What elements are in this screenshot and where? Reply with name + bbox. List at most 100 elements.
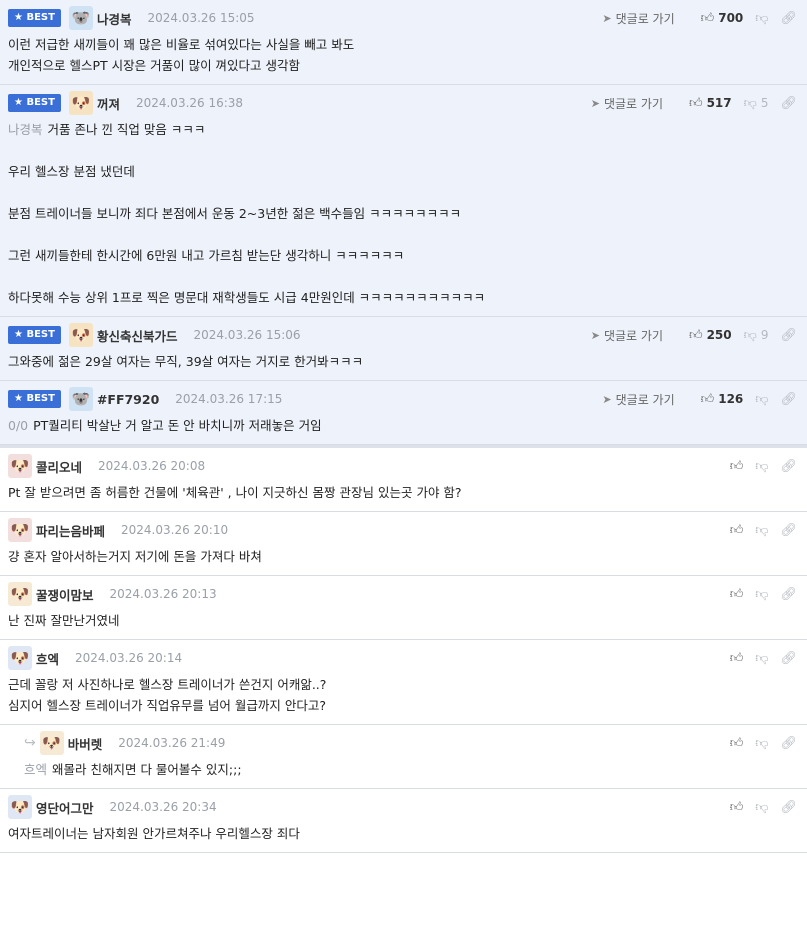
like-button[interactable]: 👍︎ xyxy=(730,587,744,602)
dislike-button[interactable]: 👎︎ xyxy=(755,587,768,602)
link-button[interactable]: 🔗︎ xyxy=(780,459,797,474)
comment-line: 그런 새끼들한테 한시간에 6만원 내고 가르침 받는단 생각하니 ㅋㅋㅋㅋㅋㅋ xyxy=(8,245,799,266)
like-button[interactable]: 👍︎ xyxy=(730,459,744,474)
comment-body: 흐엑 왜몰라 친해지면 다 물어볼수 있지;;; xyxy=(24,759,799,780)
link-icon: 🔗︎ xyxy=(780,650,797,666)
goto-reply-link[interactable]: ➤ 댓글로 가기 xyxy=(591,327,663,344)
comment-date: 2024.03.26 20:13 xyxy=(109,587,217,601)
nickname[interactable]: #FF7920 xyxy=(97,392,159,407)
nickname[interactable]: 콜리오네 xyxy=(36,457,82,476)
like-button[interactable]: 👍︎ xyxy=(730,523,744,538)
goto-reply-link[interactable]: ➤ 댓글로 가기 xyxy=(591,95,663,112)
avatar[interactable]: 🐨 xyxy=(68,387,93,411)
link-button[interactable]: 🔗︎ xyxy=(780,96,797,111)
thumbs-down-icon: 👎︎ xyxy=(755,735,769,751)
mention[interactable]: 흐엑 xyxy=(24,762,47,777)
avatar[interactable]: 🐶 xyxy=(8,582,32,606)
link-icon: 🔗︎ xyxy=(780,458,797,474)
mention[interactable]: 나경복 xyxy=(8,122,43,137)
avatar[interactable]: 🐨 xyxy=(68,6,93,30)
comment-line: 개인적으로 헬스PT 시장은 거품이 많이 껴있다고 생각함 xyxy=(8,55,799,76)
avatar[interactable]: 🐶 xyxy=(8,646,32,670)
nickname[interactable]: 흐엑 xyxy=(36,649,59,668)
nickname[interactable]: 바버렛 xyxy=(68,734,103,753)
best-comment: ★ BEST 🐶 꺼져 2024.03.26 16:38 ➤ 댓글로 가기 👍︎ 517 👎︎ 5… xyxy=(0,85,807,317)
nickname[interactable]: 나경복 xyxy=(97,9,132,28)
like-button[interactable]: 👍︎ xyxy=(730,736,744,751)
thumbs-down-icon: 👎︎ xyxy=(755,586,769,602)
like-button[interactable]: 👍︎ 700 xyxy=(701,11,744,26)
link-button[interactable]: 🔗︎ xyxy=(780,392,797,407)
thumbs-up-icon: 👍︎ xyxy=(688,95,703,111)
comment-line xyxy=(8,224,799,245)
comment-body: 그와중에 젊은 29살 여자는 무직, 39살 여자는 거지로 한거봐ㅋㅋㅋ xyxy=(8,351,799,372)
best-badge: ★ BEST xyxy=(8,326,61,344)
like-count: 700 xyxy=(718,11,744,25)
comment-body: 근데 꼴랑 저 사진하나로 헬스장 트레이너가 쓴건지 어캐앎..? 심지어 헬스… xyxy=(8,674,799,716)
avatar[interactable]: 🐶 xyxy=(68,91,93,115)
comment-header: ↪ 🐶 바버렛 2024.03.26 21:49 xyxy=(24,731,799,755)
comment: 🐶 콜리오네 2024.03.26 20:08 👍︎ 👎︎ 🔗︎ Pt 잘 받으려면 좀 허… xyxy=(0,448,807,512)
nickname[interactable]: 영단어그만 xyxy=(36,798,94,817)
dislike-button[interactable]: 👎︎ xyxy=(755,800,768,815)
goto-reply-link[interactable]: ➤ 댓글로 가기 xyxy=(602,391,674,408)
comment-line: 그와중에 젊은 29살 여자는 무직, 39살 여자는 거지로 한거봐ㅋㅋㅋ xyxy=(8,351,799,372)
like-button[interactable]: 👍︎ xyxy=(730,800,744,815)
link-button[interactable]: 🔗︎ xyxy=(780,11,797,26)
comment-header: 🐶 흐엑 2024.03.26 20:14 xyxy=(8,646,799,670)
comment-body: 여자트레이너는 남자회원 안가르쳐주나 우리헬스장 죄다 xyxy=(8,823,799,844)
comment-date: 2024.03.26 20:14 xyxy=(75,651,183,665)
link-button[interactable]: 🔗︎ xyxy=(780,736,797,751)
nickname[interactable]: 파리는음바페 xyxy=(36,521,105,540)
comment-text: 근데 꼴랑 저 사진하나로 헬스장 트레이너가 쓴건지 어캐앎..? xyxy=(8,677,327,692)
dislike-button[interactable]: 👎︎ xyxy=(755,11,768,26)
like-button[interactable]: 👍︎ 250 xyxy=(689,328,732,343)
link-button[interactable]: 🔗︎ xyxy=(780,523,797,538)
comment-header: 🐶 콜리오네 2024.03.26 20:08 xyxy=(8,454,799,478)
thumbs-down-icon: 👎︎ xyxy=(755,650,769,666)
avatar[interactable]: 🐶 xyxy=(8,518,32,542)
dislike-button[interactable]: 👎︎ 9 xyxy=(744,328,769,343)
like-button[interactable]: 👍︎ xyxy=(730,651,744,666)
goto-reply-label: 댓글로 가기 xyxy=(615,392,675,407)
comment-line: 흐엑 왜몰라 친해지면 다 물어볼수 있지;;; xyxy=(24,759,799,780)
like-button[interactable]: 👍︎ 517 xyxy=(689,96,732,111)
link-button[interactable]: 🔗︎ xyxy=(780,651,797,666)
like-button[interactable]: 👍︎ 126 xyxy=(701,392,744,407)
link-button[interactable]: 🔗︎ xyxy=(780,587,797,602)
dislike-button[interactable]: 👎︎ xyxy=(755,651,768,666)
comment-text: 거품 존나 낀 직업 맞음 ㅋㅋㅋ xyxy=(47,122,206,137)
avatar[interactable]: 🐶 xyxy=(39,731,64,755)
dislike-button[interactable]: 👎︎ xyxy=(755,392,768,407)
link-button[interactable]: 🔗︎ xyxy=(780,328,797,343)
comment-line: 근데 꼴랑 저 사진하나로 헬스장 트레이너가 쓴건지 어캐앎..? xyxy=(8,674,799,695)
comment-actions: ➤ 댓글로 가기 👍︎ 126 👎︎ 🔗︎ xyxy=(602,387,797,411)
dislike-button[interactable]: 👎︎ xyxy=(755,736,768,751)
nickname[interactable]: 꺼져 xyxy=(97,94,120,113)
goto-reply-link[interactable]: ➤ 댓글로 가기 xyxy=(602,10,674,27)
comment-body: 0/0 PT퀄리티 박살난 거 알고 돈 안 바치니까 저래놓은 거임 xyxy=(8,415,799,436)
thumbs-up-icon: 👍︎ xyxy=(729,650,744,666)
mention[interactable]: 0/0 xyxy=(8,418,28,433)
comment: 🐶 파리는음바페 2024.03.26 20:10 👍︎ 👎︎ 🔗︎ 걍 혼자 알아서하는거… xyxy=(0,512,807,576)
comment-line: 분점 트레이너들 보니까 죄다 본점에서 운동 2~3년한 젊은 백수들임 ㅋㅋ… xyxy=(8,203,799,224)
link-icon: 🔗︎ xyxy=(780,95,797,111)
comment-body: 이런 저급한 새끼들이 꽤 많은 비율로 섞여있다는 사실을 빼고 봐도 개인적으… xyxy=(8,34,799,76)
nickname[interactable]: 황신축신북가드 xyxy=(97,326,178,345)
avatar[interactable]: 🐶 xyxy=(8,795,32,819)
link-button[interactable]: 🔗︎ xyxy=(780,800,797,815)
thumbs-up-icon: 👍︎ xyxy=(700,391,715,407)
avatar[interactable]: 🐶 xyxy=(68,323,93,347)
dislike-button[interactable]: 👎︎ 5 xyxy=(744,96,769,111)
like-count: 517 xyxy=(706,96,732,110)
link-icon: 🔗︎ xyxy=(780,10,797,26)
comment-body: 나경복 거품 존나 낀 직업 맞음 ㅋㅋㅋ 우리 헬스장 분점 냈던데분점 트레이너… xyxy=(8,119,799,308)
nickname[interactable]: 꿀쟁이맘보 xyxy=(36,585,94,604)
comment-text: 우리 헬스장 분점 냈던데 xyxy=(8,164,135,179)
link-icon: 🔗︎ xyxy=(780,327,797,343)
avatar[interactable]: 🐶 xyxy=(8,454,32,478)
comment-line: 우리 헬스장 분점 냈던데 xyxy=(8,161,799,182)
dislike-button[interactable]: 👎︎ xyxy=(755,523,768,538)
dislike-button[interactable]: 👎︎ xyxy=(755,459,768,474)
comment-line: 하다못해 수능 상위 1프로 찍은 명문대 재학생들도 시급 4만원인데 ㅋㅋㅋ… xyxy=(8,287,799,308)
